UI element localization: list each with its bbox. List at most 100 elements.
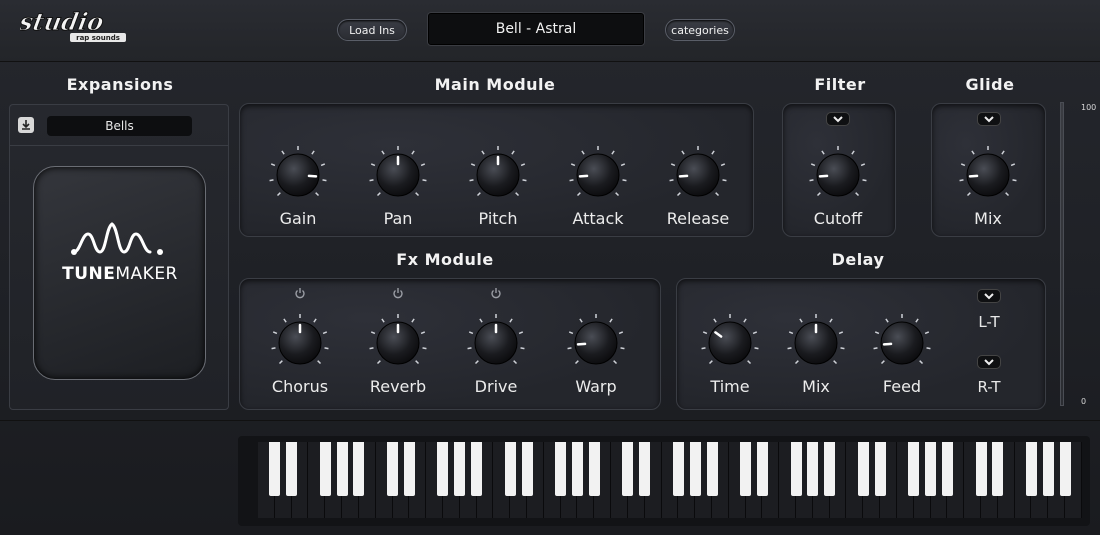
knob-dial[interactable] <box>566 313 626 373</box>
black-key[interactable] <box>471 442 483 496</box>
synth-plugin-window: studio rap sounds Load Ins Bell - Astral… <box>0 0 1100 535</box>
black-key[interactable] <box>454 442 466 496</box>
black-key[interactable] <box>790 442 802 496</box>
black-key[interactable] <box>807 442 819 496</box>
download-icon[interactable] <box>18 117 34 133</box>
knob-mix[interactable]: Mix <box>948 145 1028 245</box>
knob-mix[interactable]: Mix <box>776 313 856 413</box>
expansion-selector[interactable]: Bells <box>47 116 192 136</box>
black-key[interactable] <box>353 442 365 496</box>
svg-text:studio: studio <box>20 8 106 36</box>
knob-drive[interactable]: Drive <box>456 313 536 413</box>
knob-dial[interactable] <box>468 145 528 205</box>
black-key[interactable] <box>1059 442 1071 496</box>
load-instrument-button[interactable]: Load Ins <box>337 19 407 41</box>
knob-gain[interactable]: Gain <box>258 145 338 245</box>
knob-label: Feed <box>882 377 922 396</box>
knob-attack[interactable]: Attack <box>558 145 638 245</box>
knob-dial[interactable] <box>568 145 628 205</box>
black-key[interactable] <box>689 442 701 496</box>
black-key[interactable] <box>992 442 1004 496</box>
power-icon[interactable] <box>490 287 502 299</box>
black-key[interactable] <box>941 442 953 496</box>
knob-pitch[interactable]: Pitch <box>458 145 538 245</box>
black-key[interactable] <box>857 442 869 496</box>
level-meter[interactable] <box>1060 102 1064 406</box>
black-key[interactable] <box>622 442 634 496</box>
black-key[interactable] <box>437 442 449 496</box>
studio-logo: studio rap sounds <box>20 8 126 42</box>
knob-dial[interactable] <box>268 145 328 205</box>
knob-label: Gain <box>279 209 317 228</box>
top-bar: studio rap sounds Load Ins Bell - Astral… <box>0 0 1100 62</box>
power-icon[interactable] <box>392 287 404 299</box>
black-key[interactable] <box>706 442 718 496</box>
glide-mode-dropdown[interactable] <box>977 112 1001 126</box>
chevron-down-icon <box>984 359 994 366</box>
knob-dial[interactable] <box>808 145 868 205</box>
black-key[interactable] <box>319 442 331 496</box>
knob-dial[interactable] <box>270 313 330 373</box>
knob-pan[interactable]: Pan <box>358 145 438 245</box>
black-key[interactable] <box>756 442 768 496</box>
knob-pointer <box>307 174 318 178</box>
black-key[interactable] <box>269 442 281 496</box>
black-key[interactable] <box>975 442 987 496</box>
knob-time[interactable]: Time <box>690 313 770 413</box>
black-key[interactable] <box>1042 442 1054 496</box>
knob-label: Warp <box>575 377 617 396</box>
power-icon[interactable] <box>294 287 306 299</box>
black-key[interactable] <box>403 442 415 496</box>
delay-lt-dropdown[interactable] <box>977 289 1001 303</box>
preset-name-display[interactable]: Bell - Astral <box>428 13 644 45</box>
knob-dial[interactable] <box>668 145 728 205</box>
knob-pointer <box>678 174 689 178</box>
black-key[interactable] <box>824 442 836 496</box>
black-key[interactable] <box>925 442 937 496</box>
black-key[interactable] <box>387 442 399 496</box>
categories-button[interactable]: categories <box>665 19 735 41</box>
knob-chorus[interactable]: Chorus <box>260 313 340 413</box>
black-key[interactable] <box>874 442 886 496</box>
knob-dial[interactable] <box>786 313 846 373</box>
meter-top-label: 100 <box>1081 103 1097 112</box>
filter-title: Filter <box>814 75 866 94</box>
svg-text:rap sounds: rap sounds <box>76 34 120 42</box>
black-key[interactable] <box>555 442 567 496</box>
black-key[interactable] <box>521 442 533 496</box>
black-key[interactable] <box>286 442 298 496</box>
knob-dial[interactable] <box>700 313 760 373</box>
knob-label: Drive <box>474 377 518 396</box>
knob-dial[interactable] <box>368 313 428 373</box>
piano-keyboard[interactable] <box>238 436 1090 526</box>
knob-dial[interactable] <box>368 145 428 205</box>
knob-cutoff[interactable]: Cutoff <box>798 145 878 245</box>
knob-feed[interactable]: Feed <box>862 313 942 413</box>
chevron-down-icon <box>833 116 843 123</box>
chevron-down-icon <box>984 116 994 123</box>
black-key[interactable] <box>504 442 516 496</box>
knob-warp[interactable]: Warp <box>556 313 636 413</box>
black-key[interactable] <box>572 442 583 496</box>
black-key[interactable] <box>336 442 348 496</box>
black-key[interactable] <box>672 442 684 496</box>
black-key[interactable] <box>740 442 752 496</box>
tunemaker-wave-icon <box>71 222 163 255</box>
knob-dial[interactable] <box>466 313 526 373</box>
filter-type-dropdown[interactable] <box>826 112 850 126</box>
black-key[interactable] <box>588 442 600 496</box>
delay-lt-label: L-T <box>978 313 1000 331</box>
tunemaker-brand: TUNEMAKER <box>62 264 178 284</box>
knob-label: Reverb <box>369 377 427 396</box>
knob-label: Attack <box>572 209 624 228</box>
fx-module-title: Fx Module <box>396 250 494 269</box>
knob-dial[interactable] <box>958 145 1018 205</box>
knob-reverb[interactable]: Reverb <box>358 313 438 413</box>
black-key[interactable] <box>908 442 920 496</box>
delay-rt-label: R-T <box>977 378 1001 396</box>
black-key[interactable] <box>1026 442 1038 496</box>
black-key[interactable] <box>639 442 651 496</box>
knob-release[interactable]: Release <box>658 145 738 245</box>
delay-rt-dropdown[interactable] <box>977 355 1001 369</box>
knob-dial[interactable] <box>872 313 932 373</box>
